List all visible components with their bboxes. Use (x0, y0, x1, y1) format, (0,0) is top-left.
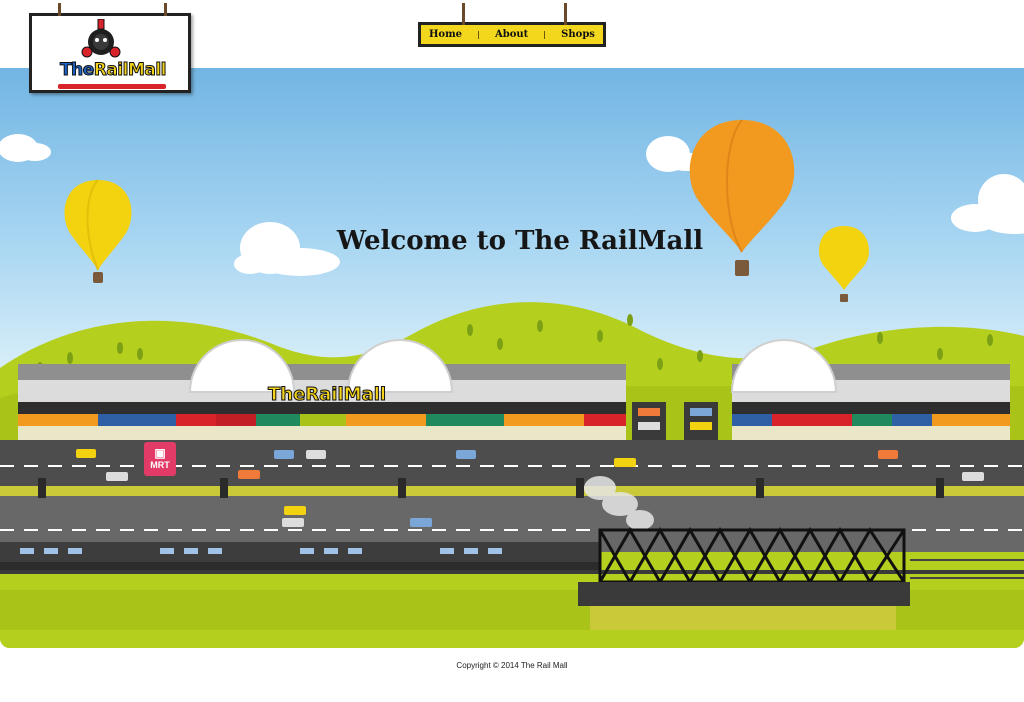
welcome-heading: Welcome to The RailMall (336, 226, 704, 256)
sign-rope-left (58, 3, 61, 16)
scene-illustration (0, 119, 1024, 648)
sign-rope-right (564, 3, 567, 25)
mall-logo-sign: TheRailMall (267, 384, 387, 406)
train-icon: ▣ (154, 446, 166, 460)
shop-awnings (18, 414, 1010, 426)
nav-about-link[interactable]: About (495, 29, 528, 40)
footer-copyright: Copyright © 2014 The Rail Mall (456, 661, 568, 670)
nav-shops-link[interactable]: Shops (561, 29, 595, 40)
hero-scene: TheRailMall ▣ MRT Welcome to The RailMal… (0, 68, 1024, 648)
main-nav: Home About Shops (418, 3, 606, 47)
mrt-sign: ▣ MRT (144, 442, 176, 476)
logo-underline (58, 84, 166, 89)
logo-sign[interactable]: TheRailMall (29, 3, 191, 93)
mrt-label: MRT (150, 460, 170, 470)
cloud (951, 174, 1024, 234)
sign-rope-right (164, 3, 167, 16)
steam-train-icon (81, 19, 121, 58)
nav-divider (477, 30, 479, 39)
cloud (0, 134, 51, 162)
nav-divider (544, 30, 546, 39)
logo-text: TheRailMall (60, 60, 167, 81)
nav-home-link[interactable]: Home (429, 29, 462, 40)
sign-rope-left (462, 3, 465, 25)
